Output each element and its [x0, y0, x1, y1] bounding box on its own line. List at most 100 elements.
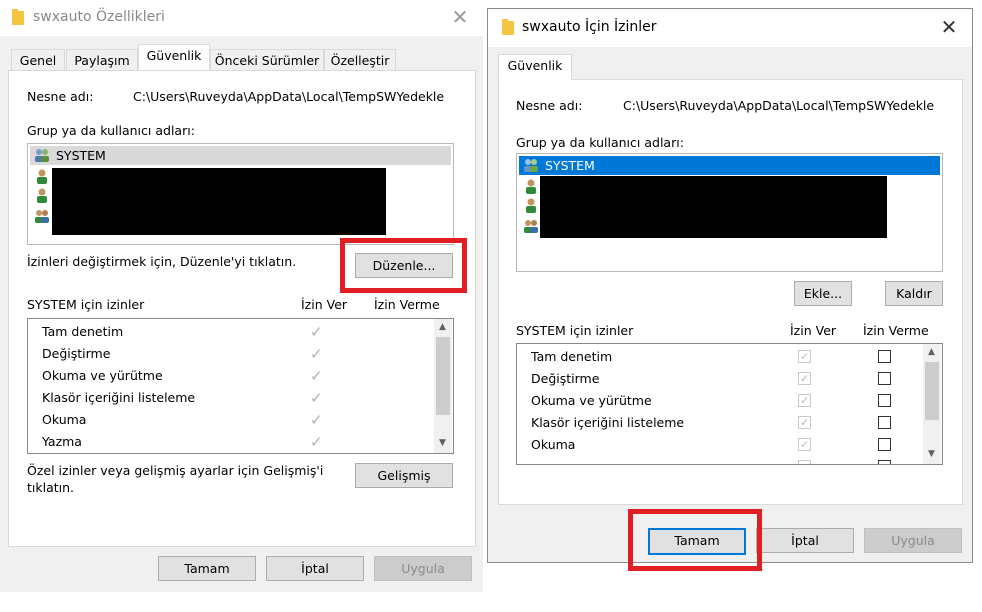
permission-name: Klasör içeriğini listeleme: [42, 390, 196, 405]
permission-row: Tam denetim ✓: [28, 321, 433, 343]
tab-guvenlik[interactable]: Güvenlik: [498, 54, 572, 80]
tab-genel[interactable]: Genel: [11, 49, 65, 72]
highlight-box: [340, 238, 467, 293]
check-icon: ✓: [800, 350, 810, 363]
allow-checkbox[interactable]: ✓: [798, 372, 811, 385]
deny-checkbox[interactable]: [878, 438, 891, 451]
scroll-thumb[interactable]: [925, 362, 939, 420]
permission-name: Tam denetim: [531, 349, 613, 364]
check-icon: ✓: [310, 323, 323, 341]
window-title: swxauto Özellikleri: [33, 9, 165, 25]
list-item-selected[interactable]: SYSTEM: [519, 156, 940, 175]
allow-checkbox[interactable]: ✓: [798, 416, 811, 429]
allow-checkbox[interactable]: ✓: [798, 438, 811, 451]
apply-button[interactable]: Uygula: [864, 528, 962, 553]
scroll-up-icon[interactable]: ▲: [923, 344, 940, 361]
permission-name: Okuma ve yürütme: [42, 368, 163, 383]
permission-row: Değiştirme ✓: [28, 343, 433, 365]
advanced-hint-line2: tıklatın.: [27, 480, 75, 495]
user-icon: [37, 169, 47, 184]
deny-column-header: İzin Verme: [374, 297, 440, 312]
advanced-button[interactable]: Gelişmiş: [355, 463, 453, 488]
highlight-box: [628, 509, 762, 571]
permission-row: Yazma ✓: [28, 431, 433, 453]
remove-button[interactable]: Kaldır: [885, 281, 943, 306]
object-name-value: C:\Users\Ruveyda\AppData\Local\TempSWYed…: [623, 98, 935, 113]
permissions-list: Tam denetim ✓ Değiştirme ✓ Okuma ve yürütm…: [27, 318, 454, 454]
user-list[interactable]: SYSTEM: [27, 143, 454, 245]
cancel-button[interactable]: İptal: [756, 528, 854, 553]
permission-row-partial: [517, 456, 922, 464]
permission-name: Klasör içeriğini listeleme: [531, 415, 685, 430]
security-tab-panel: Nesne adı: C:\Users\Ruveyda\AppData\Loca…: [8, 70, 476, 547]
permissions-label: SYSTEM için izinler: [27, 297, 145, 312]
check-icon: ✓: [310, 411, 323, 429]
permission-name: Tam denetim: [42, 324, 124, 339]
user-icon: [37, 188, 47, 203]
check-icon: ✓: [310, 389, 323, 407]
scrollbar[interactable]: ▲ ▼: [434, 319, 452, 453]
object-name-label: Nesne adı:: [516, 98, 583, 113]
object-name-label: Nesne adı:: [27, 89, 94, 104]
security-tab-panel: Nesne adı: C:\Users\Ruveyda\AppData\Loca…: [498, 79, 963, 505]
permission-row: Değiştirme ✓: [517, 368, 922, 390]
allow-checkbox[interactable]: ✓: [798, 394, 811, 407]
edit-hint: İzinleri değiştirmek için, Düzenle'yi tı…: [27, 254, 297, 269]
users-group-icon: [35, 210, 49, 223]
permissions-list: Tam denetim ✓ Değiştirme ✓ Okuma ve yürütm…: [516, 343, 943, 465]
deny-checkbox[interactable]: [878, 372, 891, 385]
check-icon: ✓: [800, 416, 810, 429]
check-icon: ✓: [310, 345, 323, 363]
redacted-block: [52, 168, 386, 235]
add-button[interactable]: Ekle...: [794, 281, 852, 306]
deny-checkbox[interactable]: [878, 394, 891, 407]
deny-checkbox[interactable]: [878, 350, 891, 363]
user-icon: [526, 179, 536, 194]
permission-row: Okuma ✓: [28, 409, 433, 431]
permission-name: Değiştirme: [42, 346, 111, 361]
scroll-down-icon[interactable]: ▼: [923, 446, 940, 463]
tab-ozellestir[interactable]: Özelleştir: [324, 49, 396, 72]
check-icon: ✓: [800, 372, 810, 385]
list-item[interactable]: SYSTEM: [30, 146, 451, 165]
allow-checkbox[interactable]: [798, 460, 811, 464]
permission-row: Tam denetim ✓: [517, 346, 922, 368]
check-icon: ✓: [310, 433, 323, 451]
users-group-icon: [524, 220, 538, 233]
user-list[interactable]: SYSTEM: [516, 153, 943, 272]
users-group-icon: [524, 159, 538, 172]
permission-row: Okuma ve yürütme ✓: [28, 365, 433, 387]
ok-button[interactable]: Tamam: [158, 556, 256, 581]
tab-onceki-surumler[interactable]: Önceki Sürümler: [210, 49, 324, 72]
window-title: swxauto İçin İzinler: [522, 19, 657, 35]
scroll-down-icon[interactable]: ▼: [434, 435, 451, 452]
scrollbar[interactable]: ▲ ▼: [923, 344, 941, 464]
title-bar: swxauto İçin İzinler ✕: [488, 9, 972, 47]
permission-name: Okuma ve yürütme: [531, 393, 652, 408]
allow-column-header: İzin Ver: [301, 297, 348, 312]
tab-guvenlik[interactable]: Güvenlik: [138, 44, 210, 70]
cancel-button[interactable]: İptal: [266, 556, 364, 581]
folder-icon: [502, 19, 514, 35]
object-name-value: C:\Users\Ruveyda\AppData\Local\TempSWYed…: [133, 89, 445, 104]
deny-checkbox[interactable]: [878, 416, 891, 429]
allow-checkbox[interactable]: ✓: [798, 350, 811, 363]
apply-button[interactable]: Uygula: [374, 556, 472, 581]
group-names-label: Grup ya da kullanıcı adları:: [27, 123, 195, 138]
scroll-thumb[interactable]: [436, 337, 450, 415]
permission-name: Okuma: [42, 412, 87, 427]
permission-row: Okuma ve yürütme ✓: [517, 390, 922, 412]
users-group-icon: [35, 149, 49, 162]
close-icon[interactable]: ✕: [934, 13, 964, 41]
allow-column-header: İzin Ver: [790, 323, 837, 338]
permission-name: Yazma: [42, 434, 82, 449]
properties-dialog: swxauto Özellikleri ✕ Genel Paylaşım Güv…: [0, 0, 483, 592]
user-icon: [526, 198, 536, 213]
permission-row: Okuma ✓: [517, 434, 922, 456]
scroll-up-icon[interactable]: ▲: [434, 319, 451, 336]
permissions-dialog: swxauto İçin İzinler ✕ Güvenlik Nesne ad…: [487, 8, 973, 571]
deny-checkbox[interactable]: [878, 460, 891, 464]
redacted-block: [540, 176, 887, 238]
tab-paylasim[interactable]: Paylaşım: [66, 49, 138, 72]
close-icon[interactable]: ✕: [445, 3, 475, 31]
